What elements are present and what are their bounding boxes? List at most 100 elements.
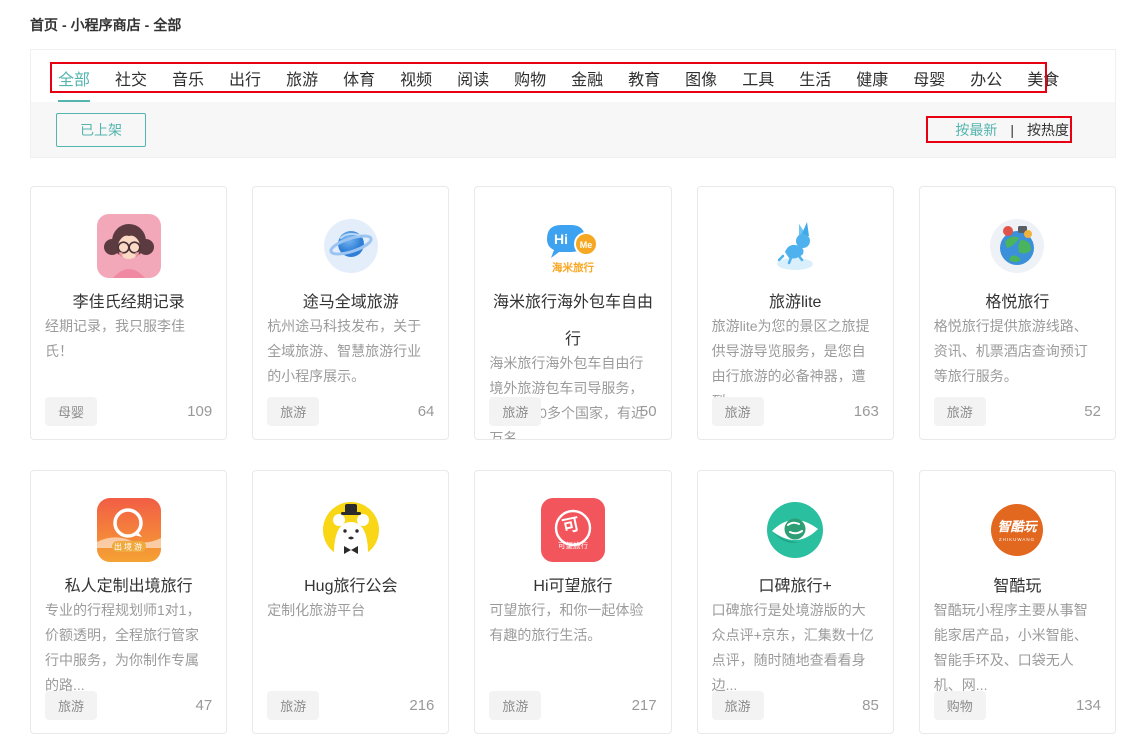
blue-planet-icon <box>319 214 383 278</box>
app-card[interactable]: 智酷玩 ZHIKUWANG 智酷玩 智酷玩小程序主要从事智能家居产品，小米智能、… <box>919 470 1116 734</box>
app-description: 可望旅行，和你一起体验有趣的旅行生活。 <box>475 598 670 648</box>
breadcrumb-separator: - <box>58 17 71 33</box>
usage-count: 85 <box>862 697 879 714</box>
app-description: 经期记录，我只服李佳氏！ <box>31 314 226 364</box>
app-description: 智酷玩小程序主要从事智能家居产品，小米智能、智能手环及、口袋无人机、网... <box>920 598 1115 698</box>
tab-tools[interactable]: 工具 <box>742 66 774 102</box>
category-tag[interactable]: 旅游 <box>489 397 541 426</box>
breadcrumb-home[interactable]: 首页 <box>30 17 58 33</box>
tab-office[interactable]: 办公 <box>970 66 1002 102</box>
app-card-grid: 李佳氏经期记录 经期记录，我只服李佳氏！ 母婴 109 途马全域旅游 杭州途马科… <box>30 186 1116 734</box>
app-description: 杭州途马科技发布，关于全域旅游、智慧旅游行业的小程序展示。 <box>253 314 448 389</box>
app-title: 海米旅行海外包车自由行 <box>475 284 670 358</box>
breadcrumb: 首页-小程序商店-全部 <box>0 0 1146 35</box>
usage-count: 217 <box>632 697 657 714</box>
app-card[interactable]: 途马全域旅游 杭州途马科技发布，关于全域旅游、智慧旅游行业的小程序展示。 旅游 … <box>252 186 449 440</box>
breadcrumb-store[interactable]: 小程序商店 <box>71 17 141 33</box>
usage-count: 216 <box>409 697 434 714</box>
app-description: 海米旅行海外包车自由行境外旅游包车司导服务，在全球50多个国家，有近万名... <box>475 351 670 440</box>
tab-life[interactable]: 生活 <box>799 66 831 102</box>
chat-bubbles-icon: Hi Me 海米旅行 <box>541 214 605 278</box>
tab-all[interactable]: 全部 <box>58 66 90 102</box>
tab-video[interactable]: 视频 <box>400 66 432 102</box>
app-description: 专业的行程规划师1对1，价额透明，全程旅行管家行中服务，为你制作专属的路... <box>31 598 226 698</box>
on-shelf-filter-button[interactable]: 已上架 <box>56 113 146 147</box>
tab-social[interactable]: 社交 <box>115 66 147 102</box>
filter-row: 已上架 按最新 | 按热度 <box>31 102 1115 157</box>
svg-text:Hi: Hi <box>554 231 568 247</box>
card-footer: 旅游 85 <box>712 691 879 720</box>
svg-text:海米旅行: 海米旅行 <box>552 261 594 274</box>
zhikuwan-circle-icon: 智酷玩 ZHIKUWANG <box>985 498 1049 562</box>
card-footer: 旅游 64 <box>267 397 434 426</box>
usage-count: 163 <box>854 403 879 420</box>
category-tag[interactable]: 旅游 <box>934 397 986 426</box>
usage-count: 134 <box>1076 697 1101 714</box>
category-tag[interactable]: 旅游 <box>267 691 319 720</box>
tab-travel[interactable]: 旅游 <box>286 66 318 102</box>
tab-finance[interactable]: 金融 <box>571 66 603 102</box>
usage-count: 109 <box>187 403 212 420</box>
card-footer: 旅游 216 <box>267 691 434 720</box>
svg-text:ZHIKUWANG: ZHIKUWANG <box>999 537 1035 542</box>
category-tabs: 全部 社交 音乐 出行 旅游 体育 视频 阅读 购物 金融 教育 图像 工具 生… <box>31 50 1115 102</box>
card-footer: 购物 134 <box>934 691 1101 720</box>
bear-icon <box>319 498 383 562</box>
sort-by-hottest[interactable]: 按热度 <box>1027 120 1069 140</box>
card-footer: 旅游 50 <box>489 397 656 426</box>
sort-by-newest[interactable]: 按最新 <box>955 120 997 140</box>
category-tag[interactable]: 母婴 <box>45 397 97 426</box>
category-tag[interactable]: 旅游 <box>267 397 319 426</box>
tab-transport[interactable]: 出行 <box>229 66 261 102</box>
tab-shopping[interactable]: 购物 <box>514 66 546 102</box>
app-description: 口碑旅行是处境游版的大众点评+京东，汇集数十亿点评，随时随地查看看身边... <box>698 598 893 698</box>
blue-rabbit-icon <box>763 214 827 278</box>
svg-text:Me: Me <box>580 240 593 250</box>
earth-globe-icon <box>985 214 1049 278</box>
card-footer: 旅游 52 <box>934 397 1101 426</box>
tab-music[interactable]: 音乐 <box>172 66 204 102</box>
tab-sports[interactable]: 体育 <box>343 66 375 102</box>
svg-text:智酷玩: 智酷玩 <box>998 519 1039 534</box>
tab-reading[interactable]: 阅读 <box>457 66 489 102</box>
usage-count: 64 <box>418 403 435 420</box>
usage-count: 47 <box>196 697 213 714</box>
card-footer: 旅游 217 <box>489 691 656 720</box>
category-tag[interactable]: 旅游 <box>712 397 764 426</box>
app-card[interactable]: 出境游 私人定制出境旅行 专业的行程规划师1对1，价额透明，全程旅行管家行中服务… <box>30 470 227 734</box>
card-footer: 母婴 109 <box>45 397 212 426</box>
svg-text:可望旅行: 可望旅行 <box>558 540 588 550</box>
app-card[interactable]: 格悦旅行 格悦旅行提供旅游线路、资讯、机票酒店查询预订等旅行服务。 旅游 52 <box>919 186 1116 440</box>
tab-image[interactable]: 图像 <box>685 66 717 102</box>
app-card[interactable]: Hi Me 海米旅行 海米旅行海外包车自由行 海米旅行海外包车自由行境外旅游包车… <box>474 186 671 440</box>
tab-mother-baby[interactable]: 母婴 <box>913 66 945 102</box>
svg-text:出境游: 出境游 <box>114 542 144 552</box>
category-tag[interactable]: 旅游 <box>712 691 764 720</box>
tab-education[interactable]: 教育 <box>628 66 660 102</box>
breadcrumb-separator: - <box>141 17 154 33</box>
eye-globe-icon <box>763 498 827 562</box>
card-footer: 旅游 163 <box>712 397 879 426</box>
app-card[interactable]: 口碑旅行+ 口碑旅行是处境游版的大众点评+京东，汇集数十亿点评，随时随地查看看身… <box>697 470 894 734</box>
usage-count: 52 <box>1084 403 1101 420</box>
tab-food[interactable]: 美食 <box>1027 66 1059 102</box>
app-description: 格悦旅行提供旅游线路、资讯、机票酒店查询预订等旅行服务。 <box>920 314 1115 389</box>
card-footer: 旅游 47 <box>45 691 212 720</box>
category-tag[interactable]: 旅游 <box>489 691 541 720</box>
app-card[interactable]: 可 可望旅行 Hi可望旅行 可望旅行，和你一起体验有趣的旅行生活。 旅游 217 <box>474 470 671 734</box>
filter-panel: 全部 社交 音乐 出行 旅游 体育 视频 阅读 购物 金融 教育 图像 工具 生… <box>30 49 1116 158</box>
category-tag[interactable]: 旅游 <box>45 691 97 720</box>
sort-divider: | <box>1010 122 1014 138</box>
app-card[interactable]: 李佳氏经期记录 经期记录，我只服李佳氏！ 母婴 109 <box>30 186 227 440</box>
girl-avatar-icon <box>97 214 161 278</box>
app-card[interactable]: 旅游lite 旅游lite为您的景区之旅提供导游导览服务，是您自由行旅游的必备神… <box>697 186 894 440</box>
kewang-circle-icon: 可 可望旅行 <box>541 498 605 562</box>
usage-count: 50 <box>640 403 657 420</box>
outbound-bubble-icon: 出境游 <box>97 498 161 562</box>
breadcrumb-current: 全部 <box>153 17 181 33</box>
sort-options: 按最新 | 按热度 <box>955 120 1069 140</box>
app-card[interactable]: Hug旅行公会 定制化旅游平台 旅游 216 <box>252 470 449 734</box>
tab-health[interactable]: 健康 <box>856 66 888 102</box>
app-description: 定制化旅游平台 <box>253 598 448 623</box>
category-tag[interactable]: 购物 <box>934 691 986 720</box>
